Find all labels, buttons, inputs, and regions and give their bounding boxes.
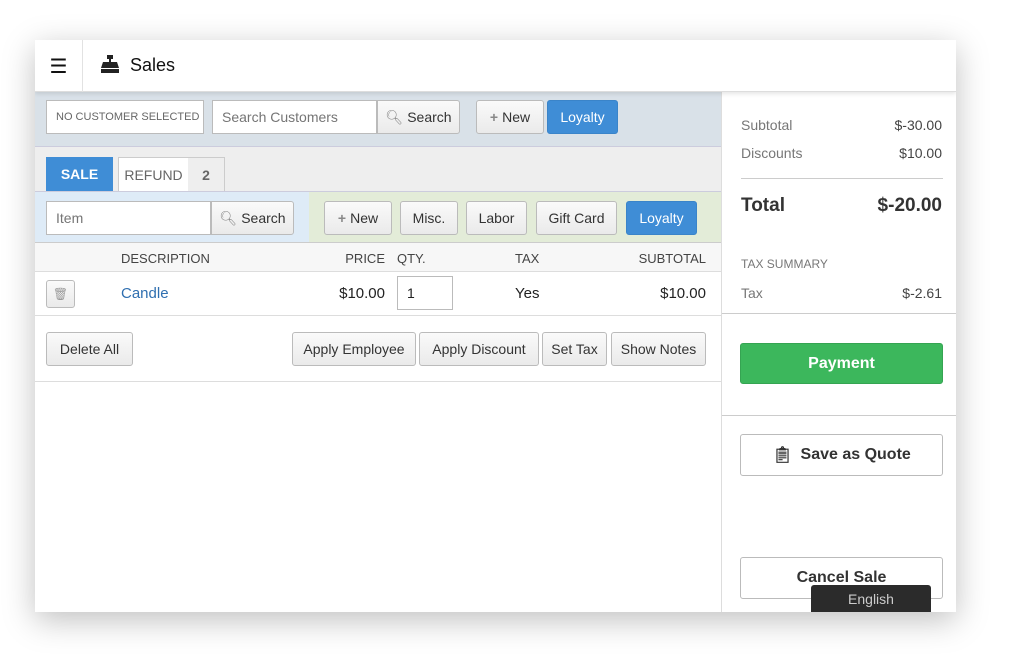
refund-count-badge: 2 (188, 158, 224, 191)
new-item-button[interactable]: + New (324, 201, 392, 235)
divider (722, 313, 956, 314)
labor-button[interactable]: Labor (466, 201, 527, 235)
new-customer-button[interactable]: + New (476, 100, 544, 134)
page-title: Sales (130, 55, 176, 75)
trash-icon: 🗑︎ (52, 287, 69, 301)
save-as-quote-button[interactable]: 📋︎ Save as Quote (740, 434, 943, 476)
customer-search-button[interactable]: 🔍︎ Search (377, 100, 460, 134)
tab-refund[interactable]: REFUND 2 (118, 157, 225, 191)
tabs-row: SALE REFUND 2 (35, 147, 721, 191)
selected-customer: NO CUSTOMER SELECTED (46, 100, 204, 134)
language-tooltip[interactable]: English (811, 585, 931, 612)
table-row: 🗑︎ Candle $10.00 Yes $10.00 (35, 272, 721, 316)
set-tax-button[interactable]: Set Tax (542, 332, 607, 366)
tab-sale[interactable]: SALE (46, 157, 113, 191)
divider (722, 415, 956, 416)
actions-row: Delete All Apply Employee Apply Discount… (35, 316, 721, 382)
search-icon: 🔍︎ (385, 108, 404, 125)
apply-discount-button[interactable]: Apply Discount (419, 332, 539, 366)
customer-search-input[interactable] (212, 100, 377, 134)
delete-all-button[interactable]: Delete All (46, 332, 133, 366)
customer-loyalty-button[interactable]: Loyalty (547, 100, 618, 134)
item-search-bar: 🔍︎Search (35, 191, 309, 243)
delete-item-button[interactable]: 🗑︎ (46, 280, 75, 308)
sales-window: ☰ Sales NO CUSTOMER SELECTED 🔍︎Search +N… (35, 40, 956, 612)
qty-input[interactable] (397, 276, 453, 310)
misc-button[interactable]: Misc. (400, 201, 458, 235)
item-loyalty-button[interactable]: Loyalty (626, 201, 697, 235)
item-search-button[interactable]: 🔍︎ Search (211, 201, 294, 235)
item-actions-bar: + New Misc. Labor Gift Card Loyalty (309, 191, 721, 243)
divider (741, 178, 943, 179)
gift-card-button[interactable]: Gift Card (536, 201, 617, 235)
customer-bar: NO CUSTOMER SELECTED 🔍︎Search +New Loyal… (35, 92, 721, 147)
payment-button[interactable]: Payment (740, 343, 943, 384)
search-icon: 🔍︎ (219, 209, 238, 226)
show-notes-button[interactable]: Show Notes (611, 332, 706, 366)
apply-employee-button[interactable]: Apply Employee (292, 332, 416, 366)
plus-icon: + (489, 109, 499, 125)
cash-register-icon (101, 54, 119, 74)
top-header: ☰ Sales (35, 40, 956, 92)
summary-panel: Subtotal $-30.00 Discounts $10.00 Total … (721, 92, 956, 612)
plus-icon: + (337, 210, 347, 226)
item-description-link[interactable]: Candle (121, 285, 169, 302)
hamburger-icon[interactable]: ☰ (35, 40, 83, 92)
table-header: DESCRIPTION PRICE QTY. TAX SUBTOTAL (35, 243, 721, 272)
item-search-input[interactable] (46, 201, 211, 235)
clipboard-icon: 📋︎ (772, 447, 793, 464)
